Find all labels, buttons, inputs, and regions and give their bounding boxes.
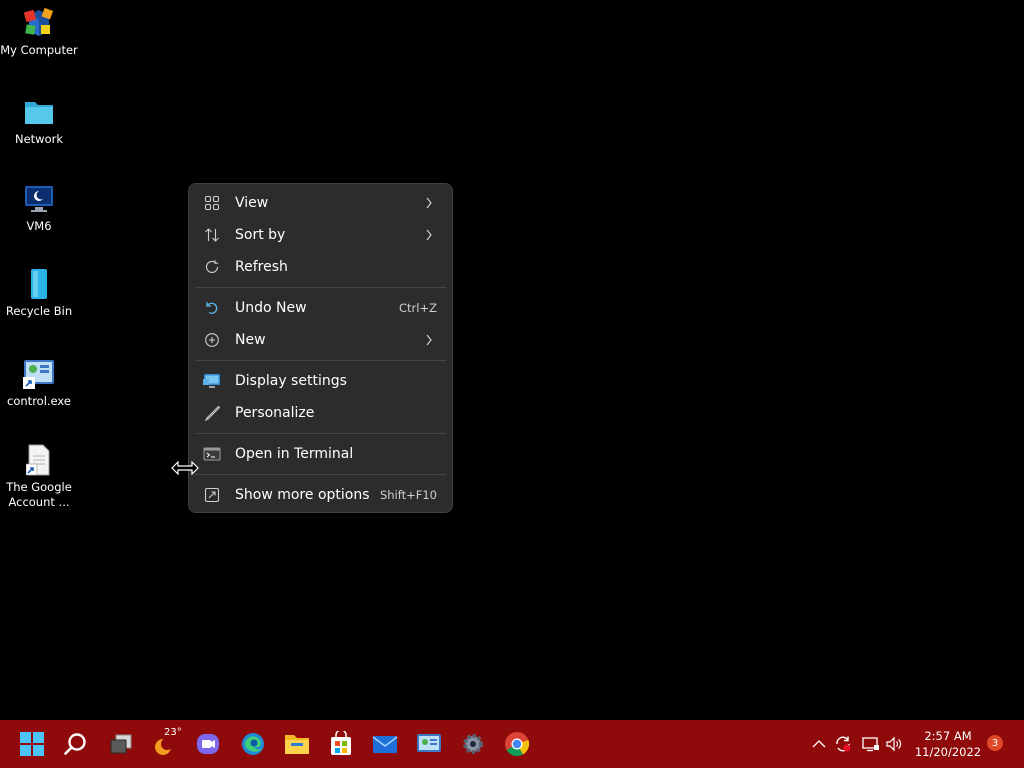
volume-icon[interactable] <box>885 734 905 754</box>
menu-item-label: View <box>235 195 269 211</box>
menu-item-personalize[interactable]: Personalize <box>193 397 448 429</box>
desktop-icon-label: Network <box>14 132 64 146</box>
resize-cursor-icon <box>171 460 199 476</box>
weather-temperature: 23° <box>164 727 182 738</box>
desktop-icon-recycle-bin[interactable]: Recycle Bin <box>0 267 78 319</box>
menu-item-label: Undo New <box>235 300 307 316</box>
menu-item-label: Show more options <box>235 487 370 503</box>
menu-item-shortcut: Ctrl+Z <box>399 301 437 315</box>
desktop-icon-label: My Computer <box>0 43 78 57</box>
desktop-icon-network[interactable]: Network <box>0 95 78 147</box>
menu-item-label: Sort by <box>235 227 286 243</box>
mail-icon <box>372 736 398 753</box>
menu-separator <box>195 474 446 475</box>
control-panel-shortcut-icon <box>22 357 56 391</box>
menu-item-label: Personalize <box>235 405 315 421</box>
chrome-icon <box>505 732 530 757</box>
edge-icon <box>242 733 264 755</box>
sort-icon <box>203 226 221 244</box>
desktop-icon-control-exe[interactable]: control.exe <box>0 357 78 409</box>
network-folder-icon <box>22 95 56 129</box>
sync-icon[interactable] <box>833 734 853 754</box>
menu-item-undo-new[interactable]: Undo New Ctrl+Z <box>193 292 448 324</box>
file-explorer-icon <box>285 735 309 754</box>
refresh-icon <box>203 258 221 276</box>
undo-icon <box>203 299 221 317</box>
clock-date: 11/20/2022 <box>914 745 982 759</box>
menu-item-shortcut: Shift+F10 <box>379 488 437 502</box>
new-plus-icon <box>203 331 221 349</box>
teams-chat-icon <box>197 734 219 754</box>
monitor-icon <box>22 182 56 216</box>
menu-item-new[interactable]: New <box>193 324 448 356</box>
start-button[interactable] <box>16 728 48 760</box>
terminal-icon <box>203 445 221 463</box>
settings-icon <box>463 734 483 754</box>
more-options-icon <box>203 486 221 504</box>
search-button[interactable] <box>60 728 92 760</box>
menu-item-refresh[interactable]: Refresh <box>193 251 448 283</box>
chrome-button[interactable] <box>501 728 533 760</box>
menu-item-label: New <box>235 332 266 348</box>
file-explorer-button[interactable] <box>281 728 313 760</box>
chevron-right-icon <box>423 229 435 241</box>
network-icon[interactable] <box>861 734 881 754</box>
menu-item-display-settings[interactable]: Display settings <box>193 365 448 397</box>
clock-time: 2:57 AM <box>924 729 972 743</box>
menu-separator <box>195 360 446 361</box>
control-panel-icon <box>417 734 441 752</box>
store-button[interactable] <box>325 728 357 760</box>
desktop-icon-label: control.exe <box>7 394 71 408</box>
menu-item-open-in-terminal[interactable]: Open in Terminal <box>193 438 448 470</box>
desktop-icon-label: VM6 <box>26 219 52 233</box>
desktop-icon-vm6[interactable]: VM6 <box>0 182 78 234</box>
mail-button[interactable] <box>369 728 401 760</box>
chevron-up-icon[interactable] <box>809 734 829 754</box>
display-settings-icon <box>203 372 221 390</box>
menu-item-show-more-options[interactable]: Show more options Shift+F10 <box>193 479 448 511</box>
notification-badge[interactable]: 3 <box>987 735 1003 751</box>
chevron-right-icon <box>423 334 435 346</box>
menu-separator <box>195 287 446 288</box>
menu-item-view[interactable]: View <box>193 187 448 219</box>
recycle-bin-icon <box>22 267 56 301</box>
start-icon <box>20 732 44 756</box>
task-view-icon <box>110 734 132 754</box>
desktop-icon-label: Recycle Bin <box>5 304 73 318</box>
menu-separator <box>195 433 446 434</box>
task-view-button[interactable] <box>105 728 137 760</box>
taskbar-clock[interactable]: 2:57 AM 11/20/2022 <box>914 728 982 760</box>
desktop-icon-google-account[interactable]: The Google Account ... <box>0 443 78 510</box>
menu-item-label: Open in Terminal <box>235 446 354 462</box>
menu-item-label: Refresh <box>235 259 288 275</box>
menu-item-label: Display settings <box>235 373 347 389</box>
desktop-icon-my-computer[interactable]: My Computer <box>0 6 78 58</box>
search-icon <box>64 733 86 755</box>
view-grid-icon <box>203 194 221 212</box>
control-panel-button[interactable] <box>413 728 445 760</box>
personalize-brush-icon <box>203 404 221 422</box>
teams-chat-button[interactable] <box>192 728 224 760</box>
edge-button[interactable] <box>237 728 269 760</box>
desktop-context-menu: View Sort by Refresh Undo New Ctrl+Z New… <box>188 183 453 513</box>
menu-item-sort-by[interactable]: Sort by <box>193 219 448 251</box>
store-icon <box>331 731 351 755</box>
document-shortcut-icon <box>22 443 56 477</box>
settings-button[interactable] <box>457 728 489 760</box>
desktop-icon-label: The Google Account ... <box>6 480 72 509</box>
chevron-right-icon <box>423 197 435 209</box>
virtualbox-icon <box>22 6 56 40</box>
